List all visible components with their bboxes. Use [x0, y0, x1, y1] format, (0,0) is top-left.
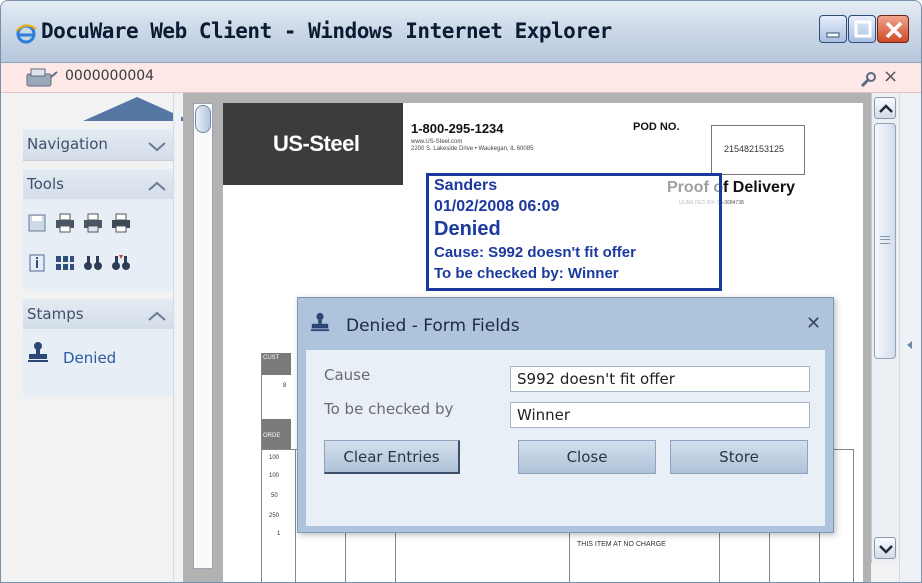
find-next-icon[interactable]	[111, 253, 131, 273]
document-id: 0000000004	[65, 68, 155, 84]
stamp-name: Sanders	[434, 177, 498, 194]
table-cell: 50	[271, 493, 278, 499]
zoom-slider-thumb[interactable]	[195, 105, 211, 133]
table-line	[345, 533, 346, 582]
table-cell: 250	[269, 513, 280, 519]
print-all-icon[interactable]	[111, 213, 131, 233]
pod-number: 215482153125	[724, 144, 785, 154]
stamp-status: Denied	[434, 218, 501, 240]
stamp-datetime: 01/02/2008 06:09	[434, 198, 560, 215]
browser-window: DocuWare Web Client - Windows Internet E…	[0, 0, 922, 583]
maximize-icon	[854, 20, 872, 38]
table-header-cust: CUST	[261, 353, 291, 375]
scroll-up-button[interactable]	[874, 97, 896, 119]
checked-by-label: To be checked by	[324, 400, 454, 418]
table-cell: 100	[269, 473, 280, 479]
stamp-item-label: Denied	[63, 349, 117, 367]
dialog-close-icon[interactable]: ✕	[806, 314, 821, 334]
stamp-icon	[310, 312, 330, 332]
table-line	[769, 533, 770, 582]
maximize-button[interactable]	[848, 15, 876, 43]
table-line	[819, 533, 820, 582]
table-cell: 100	[269, 455, 280, 461]
cause-input[interactable]	[510, 366, 810, 392]
window-title: DocuWare Web Client - Windows Internet E…	[41, 19, 612, 43]
thumbnails-icon[interactable]	[55, 253, 75, 273]
sidebar: Navigation Tools Stamps Denied	[23, 93, 191, 582]
store-button[interactable]: Store	[670, 440, 808, 474]
wrench-icon[interactable]	[859, 71, 877, 89]
sidebar-splitter[interactable]	[173, 93, 181, 582]
vertical-scrollbar[interactable]	[871, 93, 899, 563]
no-charge-note: THIS ITEM AT NO CHARGE	[577, 541, 666, 548]
find-icon[interactable]	[83, 253, 103, 273]
scroll-thumb[interactable]	[874, 123, 896, 359]
table-header-label: ORDE	[263, 433, 281, 439]
logo-text: US-Steel	[273, 131, 360, 156]
website: www.US-Steel.com	[411, 139, 463, 145]
print-preview-icon[interactable]	[83, 213, 103, 233]
document-header-bar: 0000000004 ×	[1, 63, 921, 93]
table-line	[295, 449, 296, 582]
title-bar[interactable]: DocuWare Web Client - Windows Internet E…	[1, 1, 921, 63]
pod-number-box: 215482153125	[711, 125, 805, 175]
table-header-order: ORDE	[261, 419, 291, 449]
address: 2200 S. Lakeside Drive • Waukegan, IL 60…	[411, 146, 534, 152]
table-line	[569, 533, 570, 582]
tools-panel	[23, 199, 175, 291]
table-line	[719, 533, 720, 582]
sidebar-section-tools[interactable]: Tools	[23, 169, 175, 201]
clear-entries-button[interactable]: Clear Entries	[324, 440, 460, 474]
dialog-title: Denied - Form Fields	[346, 316, 520, 336]
chevron-up-icon	[148, 311, 166, 321]
close-document-icon[interactable]: ×	[883, 66, 898, 87]
section-label: Navigation	[27, 135, 108, 153]
close-icon	[885, 21, 903, 39]
document-fax-icon	[26, 68, 58, 87]
table-header-label: CUST	[263, 355, 280, 361]
stamp-icon	[28, 342, 48, 362]
scroll-down-button[interactable]	[874, 537, 896, 559]
save-icon[interactable]	[27, 213, 47, 233]
stamps-panel: Denied	[23, 329, 175, 397]
close-button[interactable]: Close	[518, 440, 656, 474]
section-label: Stamps	[27, 305, 84, 323]
table-cell: 1	[277, 531, 281, 537]
chevron-down-icon	[879, 545, 893, 554]
print-icon[interactable]	[55, 213, 75, 233]
grip-icon	[880, 236, 890, 244]
stamp-cause: Cause: S992 doesn't fit offer	[434, 244, 636, 261]
company-logo: US-Steel	[223, 103, 403, 185]
section-label: Tools	[27, 175, 64, 193]
expand-left-icon	[907, 341, 912, 349]
dialog-body: Cause To be checked by Clear Entries Clo…	[306, 350, 825, 526]
ie-logo-icon	[15, 24, 37, 44]
table-line	[261, 353, 262, 582]
phone-number: 1-800-295-1234	[411, 121, 504, 136]
chevron-down-icon	[148, 142, 166, 152]
sidebar-section-navigation[interactable]: Navigation	[23, 129, 175, 161]
table-line	[395, 533, 396, 582]
cause-label: Cause	[324, 366, 371, 384]
minimize-icon	[826, 32, 840, 38]
checked-by-input[interactable]	[510, 402, 810, 428]
pod-label: POD NO.	[633, 121, 680, 133]
close-window-button[interactable]	[877, 15, 909, 43]
stamp-check: To be checked by: Winner	[434, 265, 619, 282]
minimize-button[interactable]	[819, 15, 847, 43]
table-cell: 8	[283, 383, 287, 389]
table-line	[853, 449, 854, 582]
zoom-slider[interactable]	[193, 103, 213, 569]
sidebar-section-stamps[interactable]: Stamps	[23, 299, 175, 331]
chevron-up-icon	[148, 181, 166, 191]
denied-stamp[interactable]: Sanders 01/02/2008 06:09 Denied Cause: S…	[426, 173, 722, 291]
chevron-up-icon	[879, 104, 893, 113]
info-icon[interactable]	[27, 253, 47, 273]
form-fields-dialog[interactable]: Denied - Form Fields ✕ Cause To be check…	[297, 297, 834, 533]
right-panel-splitter[interactable]	[899, 93, 921, 582]
